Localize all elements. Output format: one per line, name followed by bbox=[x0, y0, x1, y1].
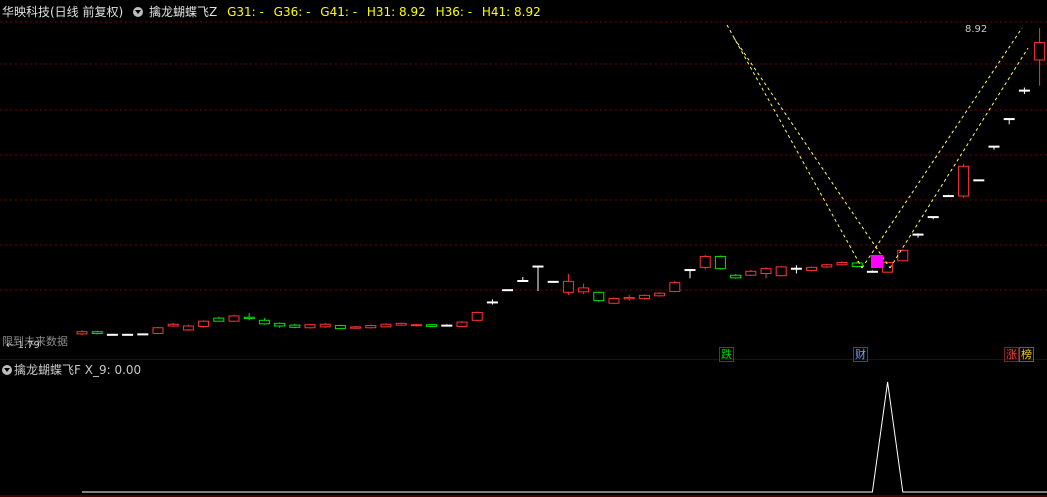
butterfly-line-left-b bbox=[733, 37, 891, 269]
candle-body bbox=[1034, 41, 1046, 61]
candle-body bbox=[167, 323, 179, 327]
candle-body bbox=[137, 333, 149, 336]
candle-body bbox=[365, 325, 377, 329]
candle-body bbox=[547, 280, 559, 283]
candle-body bbox=[684, 269, 696, 272]
candle-body bbox=[441, 324, 453, 327]
candle-body bbox=[122, 333, 134, 336]
badge-die[interactable]: 跌 bbox=[719, 347, 734, 362]
candle-body bbox=[973, 179, 985, 182]
candle-body bbox=[775, 266, 787, 277]
candle-body bbox=[608, 297, 620, 304]
candle-body bbox=[562, 280, 574, 293]
candle-body bbox=[927, 216, 939, 219]
candle-body bbox=[958, 165, 970, 197]
candle-body bbox=[942, 195, 954, 198]
candle-body bbox=[1018, 89, 1030, 92]
candle-body bbox=[714, 255, 726, 270]
candle-body bbox=[182, 325, 194, 331]
candle-body bbox=[152, 327, 164, 334]
candle-body bbox=[395, 322, 407, 326]
candle-body bbox=[213, 317, 225, 322]
candle-body bbox=[198, 320, 210, 327]
candle-body bbox=[426, 324, 438, 327]
candle-body bbox=[258, 319, 270, 325]
indicator-line bbox=[82, 381, 1047, 493]
candle-body bbox=[334, 325, 346, 330]
candle-body bbox=[882, 262, 894, 273]
candle-body bbox=[730, 274, 742, 279]
badge-bang[interactable]: 榜 bbox=[1019, 347, 1034, 362]
candle-body bbox=[790, 267, 802, 270]
candle-body bbox=[912, 233, 924, 236]
sub-header: 擒龙蝴蝶飞F X_9: 0.00 bbox=[2, 362, 141, 378]
candle-body bbox=[502, 289, 514, 292]
candle-body bbox=[228, 315, 240, 322]
candle-body bbox=[897, 249, 909, 262]
price-chart[interactable] bbox=[0, 0, 1047, 360]
badge-cai[interactable]: 财 bbox=[853, 347, 868, 362]
candle-body bbox=[578, 287, 590, 293]
sub-indicator-name: 擒龙蝴蝶飞F bbox=[14, 363, 81, 377]
candle-body bbox=[669, 282, 681, 292]
candle-body bbox=[760, 268, 772, 274]
candle-body bbox=[380, 323, 392, 328]
badge-zhang[interactable]: 涨 bbox=[1004, 347, 1019, 362]
sub-dropdown-icon[interactable] bbox=[2, 364, 12, 375]
candle-body bbox=[593, 291, 605, 302]
low-price-label: ← 1.79 bbox=[6, 340, 40, 351]
sub-indicator-value: X_9: 0.00 bbox=[84, 363, 142, 377]
candle-body bbox=[806, 266, 818, 271]
candle-body bbox=[988, 145, 1000, 148]
candle-body bbox=[486, 301, 498, 304]
candle-body bbox=[654, 292, 666, 297]
candle-body bbox=[866, 270, 878, 273]
candle-body bbox=[821, 264, 833, 268]
butterfly-line-right-b bbox=[889, 47, 1029, 269]
candle-body bbox=[289, 324, 301, 328]
indicator-chart[interactable] bbox=[0, 362, 1047, 497]
candle-body bbox=[517, 279, 529, 282]
candle-body bbox=[623, 297, 635, 300]
butterfly-line-left-a bbox=[726, 24, 863, 269]
candle-body bbox=[274, 322, 286, 327]
candle-body bbox=[851, 262, 863, 267]
candle-body bbox=[745, 270, 757, 276]
candle-body bbox=[456, 321, 468, 327]
candle-body bbox=[319, 323, 331, 328]
candle-body bbox=[699, 255, 711, 268]
turning-point-marker bbox=[871, 255, 883, 268]
candle-body bbox=[1003, 118, 1015, 121]
candle-body bbox=[350, 326, 362, 329]
candle-body bbox=[836, 262, 848, 266]
high-price-label: 8.92 bbox=[965, 24, 988, 35]
candle-body bbox=[106, 333, 118, 336]
candle-body bbox=[243, 316, 255, 320]
candle-body bbox=[471, 311, 483, 321]
candle-body bbox=[638, 294, 650, 299]
candle-body bbox=[304, 324, 316, 329]
candle-body bbox=[91, 331, 103, 334]
candle-body bbox=[76, 331, 88, 335]
candle-body bbox=[532, 265, 544, 268]
candle-body bbox=[410, 324, 422, 327]
